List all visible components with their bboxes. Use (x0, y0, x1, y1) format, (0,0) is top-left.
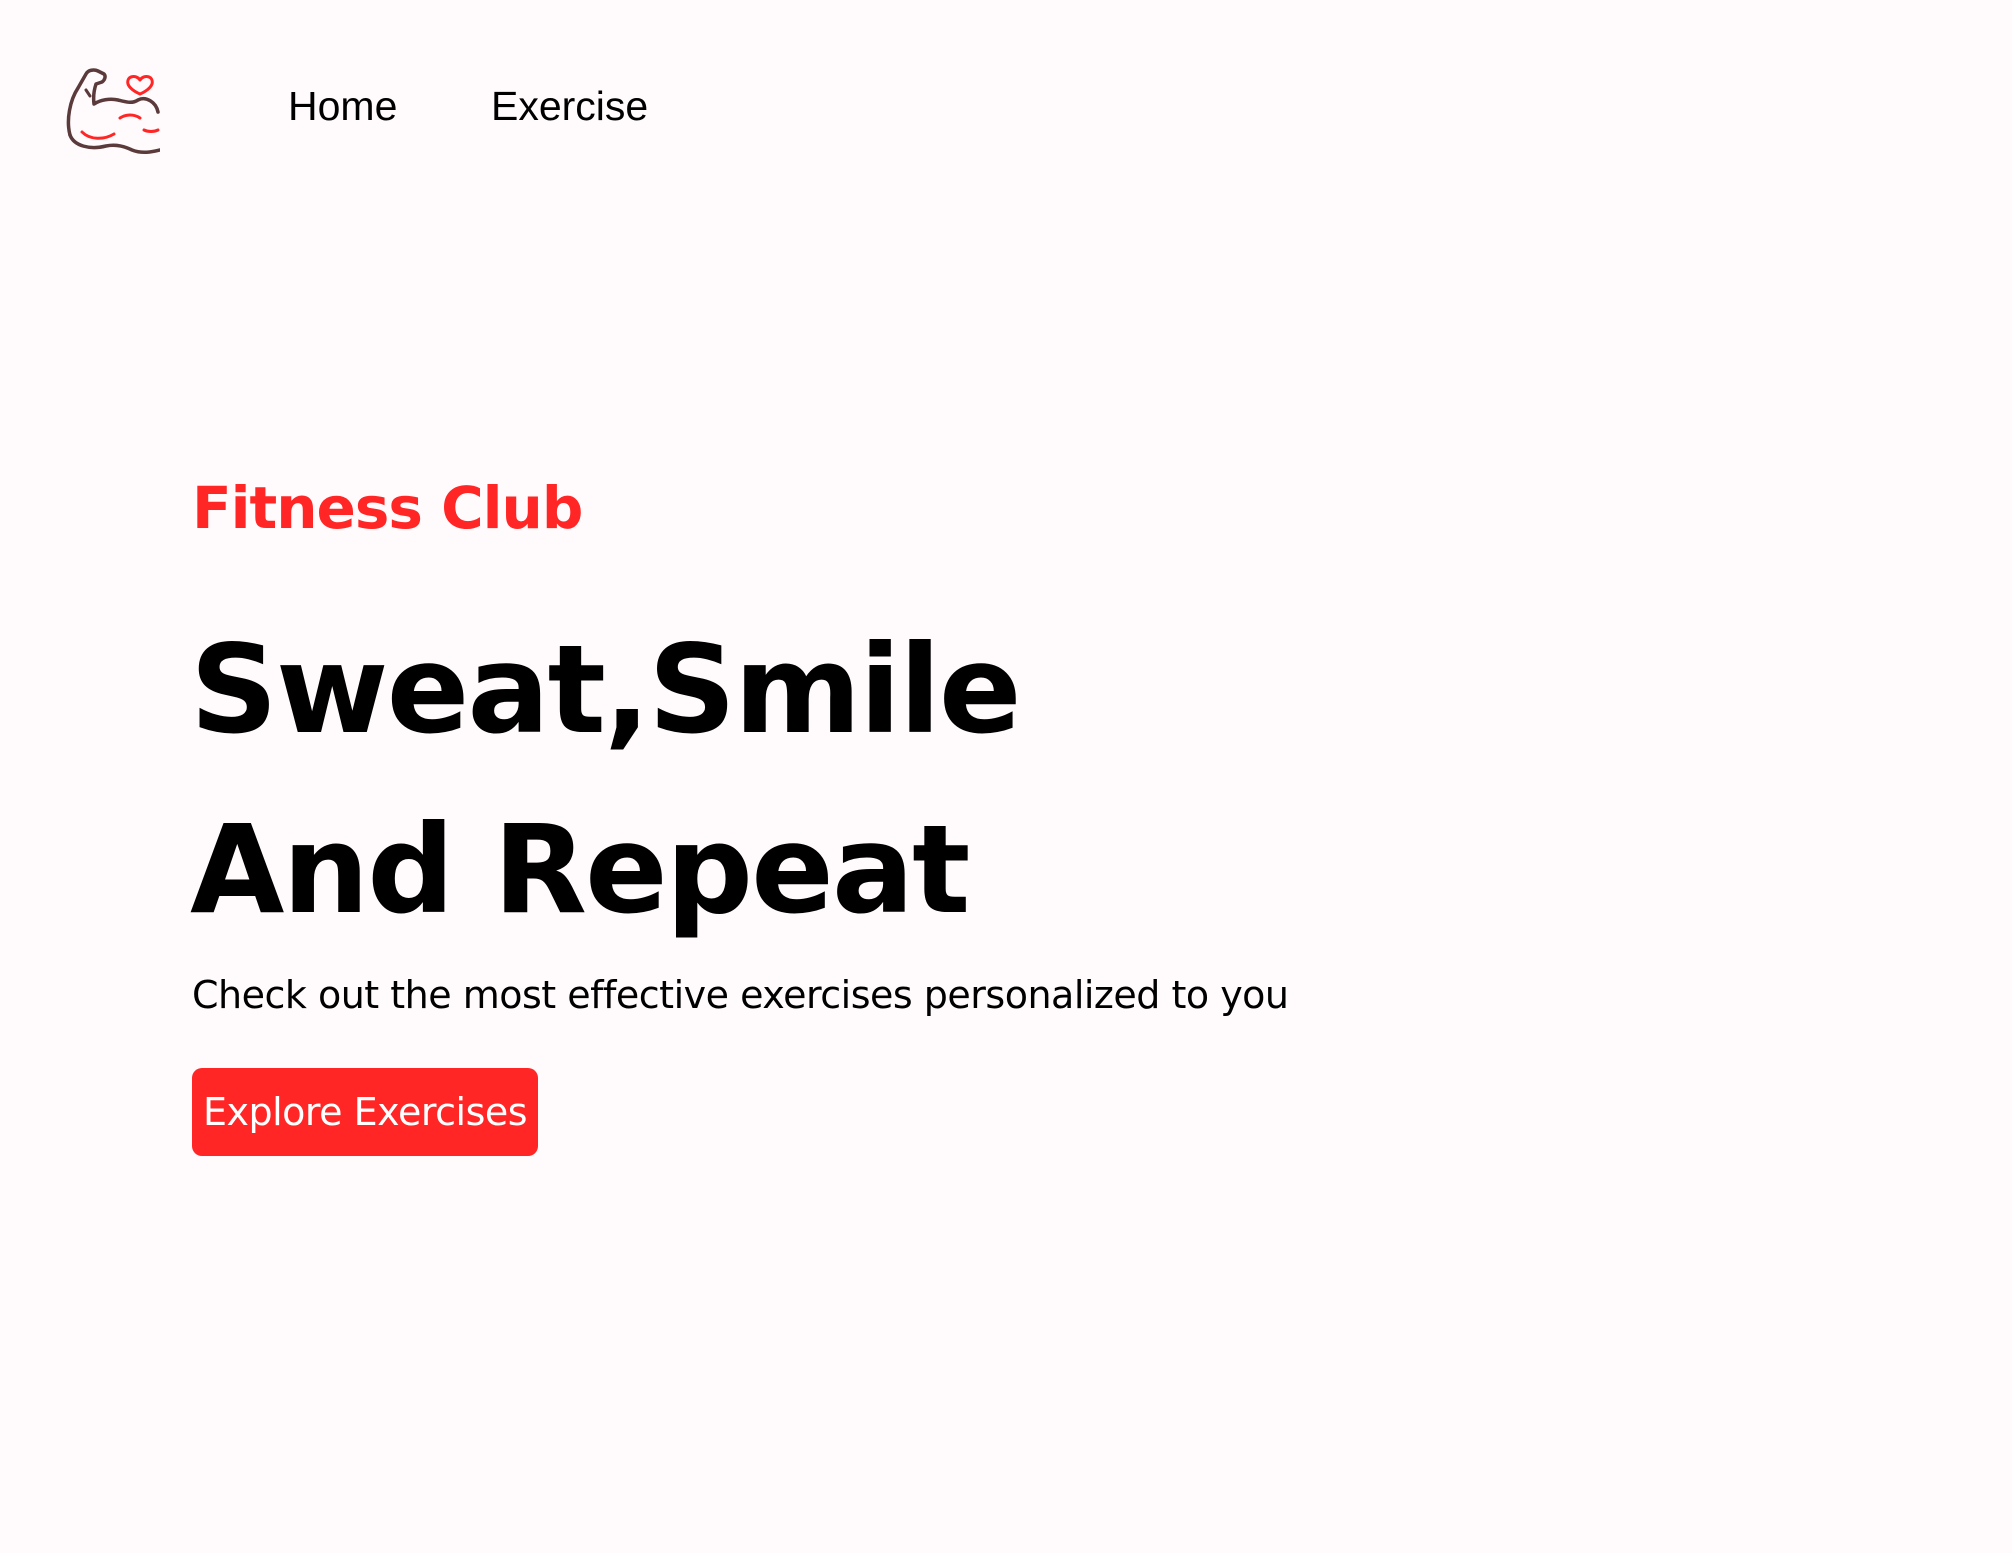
hero-title: Sweat,Smile And Repeat (190, 600, 1022, 960)
nav-link-exercise[interactable]: Exercise (491, 80, 648, 132)
nav-link-home[interactable]: Home (288, 80, 397, 132)
hero-eyebrow: Fitness Club (192, 474, 583, 542)
top-navbar: Home Exercise (0, 0, 2012, 200)
hero-title-line-1: Sweat,Smile (190, 619, 1022, 761)
hero-title-line-2: And Repeat (190, 799, 970, 941)
flexed-arm-heart-icon[interactable] (60, 60, 162, 155)
explore-exercises-button[interactable]: Explore Exercises (192, 1068, 538, 1156)
hero-subtitle: Check out the most effective exercises p… (192, 973, 1289, 1017)
